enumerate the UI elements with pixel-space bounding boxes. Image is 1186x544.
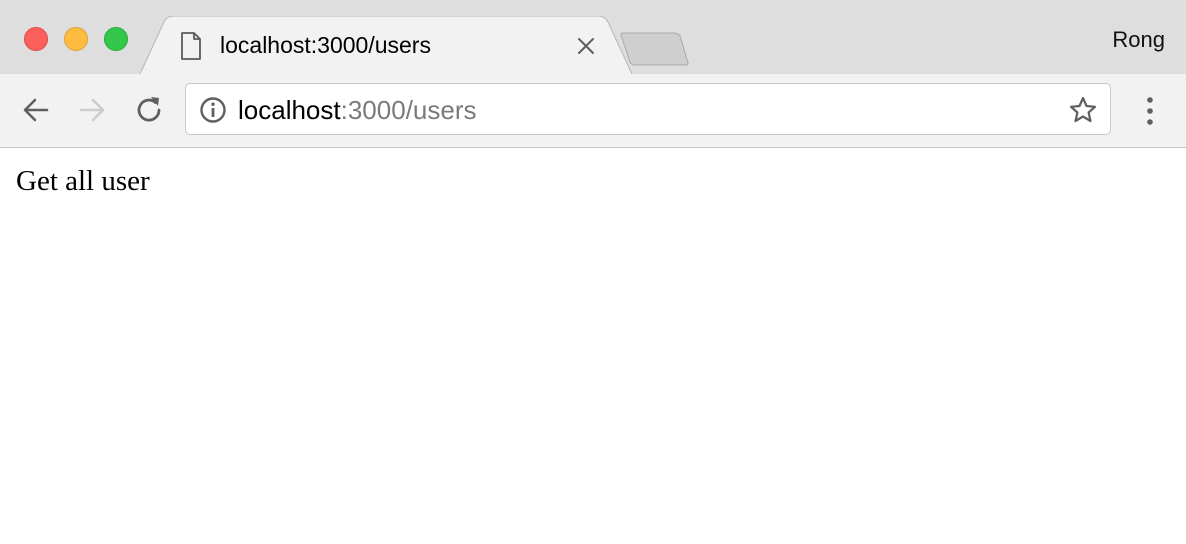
address-bar[interactable]: localhost:3000/users [185,83,1111,135]
back-arrow-icon[interactable] [19,93,53,127]
browser-window: localhost:3000/users Rong localhost:3000… [0,0,1186,544]
star-icon[interactable] [1068,95,1098,125]
reload-icon[interactable] [132,93,166,127]
window-minimize-button[interactable] [64,27,88,51]
info-icon[interactable] [199,96,227,124]
window-close-button[interactable] [24,27,48,51]
document-icon [181,32,201,60]
browser-toolbar: localhost:3000/users [0,74,1186,148]
profile-name[interactable]: Rong [1112,27,1165,53]
window-maximize-button[interactable] [104,27,128,51]
tab-close-icon[interactable] [574,34,598,58]
page-body-text: Get all user [16,165,150,197]
url-host: localhost [238,95,341,125]
url-path: :3000/users [340,95,477,125]
tab-title: localhost:3000/users [220,32,431,58]
tab-strip: localhost:3000/users Rong [0,0,1186,76]
forward-arrow-icon[interactable] [75,93,109,127]
new-tab-button[interactable] [620,32,690,66]
url-text[interactable]: localhost:3000/users [238,95,477,125]
kebab-menu-icon[interactable] [1138,94,1162,128]
